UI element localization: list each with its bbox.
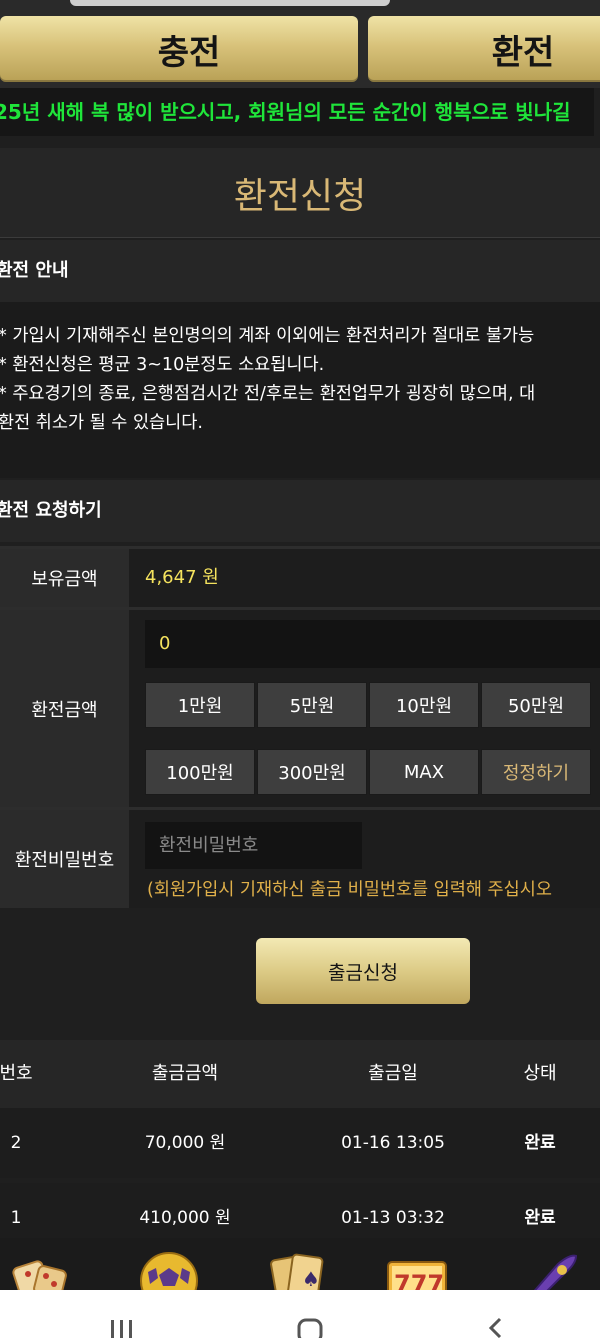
cards-icon[interactable]: ♠ xyxy=(268,1246,330,1290)
amount-input[interactable]: 0 xyxy=(145,620,600,668)
rocket-icon[interactable] xyxy=(518,1246,580,1290)
history-row: 2 70,000 원 01-16 13:05 완료 xyxy=(0,1108,600,1178)
history-col-no: 번호 xyxy=(0,1063,33,1084)
page-title: 환전신청 xyxy=(233,175,367,217)
guide-line: * 가입시 기재해주신 본인명의의 계좌 이외에는 환전처리가 절대로 불가능 xyxy=(0,326,535,346)
guide-notice: * 가입시 기재해주신 본인명의의 계좌 이외에는 환전처리가 절대로 불가능 … xyxy=(0,302,600,478)
amount-button-100k[interactable]: 10만원 xyxy=(369,682,479,728)
balance-value: 4,647 원 xyxy=(145,567,219,588)
password-label: 환전비밀번호 xyxy=(0,810,132,908)
request-title: 환전 요청하기 xyxy=(0,500,102,521)
home-icon[interactable] xyxy=(296,1316,324,1338)
password-hint: (회원가입시 기재하신 출금 비밀번호를 입력해 주십시오 xyxy=(147,880,552,900)
guide-title: 환전 안내 xyxy=(0,260,69,281)
game-menu-bar: ♠ 777 xyxy=(0,1238,600,1290)
top-scroll-indicator xyxy=(70,0,390,6)
balance-label: 보유금액 xyxy=(0,549,132,607)
svg-text:♠: ♠ xyxy=(302,1267,320,1290)
page-title-bar: 환전신청 xyxy=(0,148,600,238)
amount-button-500k[interactable]: 50만원 xyxy=(481,682,591,728)
top-tab-area: 충전 환전 xyxy=(0,0,600,88)
history-amount: 70,000 원 xyxy=(144,1133,226,1153)
amount-label: 환전금액 xyxy=(0,610,132,807)
history-col-amount: 출금금액 xyxy=(151,1063,219,1084)
history-status: 완료 xyxy=(524,1133,556,1153)
password-row: 환전비밀번호 환전비밀번호 (회원가입시 기재하신 출금 비밀번호를 입력해 주… xyxy=(0,807,600,908)
amount-button-max[interactable]: MAX xyxy=(369,749,479,795)
guide-line: 환전 취소가 될 수 있습니다. xyxy=(0,413,203,433)
history-header: 번호 출금금액 출금일 상태 xyxy=(0,1040,600,1108)
guide-header: 환전 안내 xyxy=(0,240,600,302)
amount-button-1m[interactable]: 100만원 xyxy=(145,749,255,795)
svg-text:777: 777 xyxy=(394,1270,444,1290)
tab-exchange[interactable]: 환전 xyxy=(368,16,600,82)
amount-button-3m[interactable]: 300만원 xyxy=(257,749,367,795)
balance-row: 보유금액 4,647 원 xyxy=(0,546,600,607)
amount-button-50k[interactable]: 5만원 xyxy=(257,682,367,728)
recent-apps-icon[interactable] xyxy=(108,1316,136,1338)
back-icon[interactable] xyxy=(486,1316,506,1338)
amount-button-10k[interactable]: 1만원 xyxy=(145,682,255,728)
dice-icon[interactable] xyxy=(8,1246,70,1290)
amount-row: 환전금액 0 1만원 5만원 10만원 50만원 100만원 300만원 MAX… xyxy=(0,607,600,807)
withdraw-password-input[interactable]: 환전비밀번호 xyxy=(145,822,362,869)
notice-marquee: 25년 새해 복 많이 받으시고, 회원님의 모든 순간이 행복으로 빛나길 xyxy=(0,88,594,136)
history-col-date: 출금일 xyxy=(368,1063,418,1084)
withdraw-submit-button[interactable]: 출금신청 xyxy=(256,938,470,1004)
history-date: 01-16 13:05 xyxy=(341,1133,445,1153)
guide-line: * 환전신청은 평균 3~10분정도 소요됩니다. xyxy=(0,355,325,375)
tab-charge[interactable]: 충전 xyxy=(0,16,358,82)
slot-777-icon[interactable]: 777 xyxy=(386,1246,448,1290)
guide-line: * 주요경기의 종료, 은행점검시간 전/후로는 환전업무가 굉장히 많으며, … xyxy=(0,384,536,404)
soccer-ball-icon[interactable] xyxy=(138,1246,200,1290)
amount-reset-button[interactable]: 정정하기 xyxy=(481,749,591,795)
history-no: 2 xyxy=(10,1133,22,1153)
system-navigation-bar xyxy=(0,1290,600,1338)
request-header: 환전 요청하기 xyxy=(0,480,600,542)
history-col-status: 상태 xyxy=(523,1063,557,1084)
